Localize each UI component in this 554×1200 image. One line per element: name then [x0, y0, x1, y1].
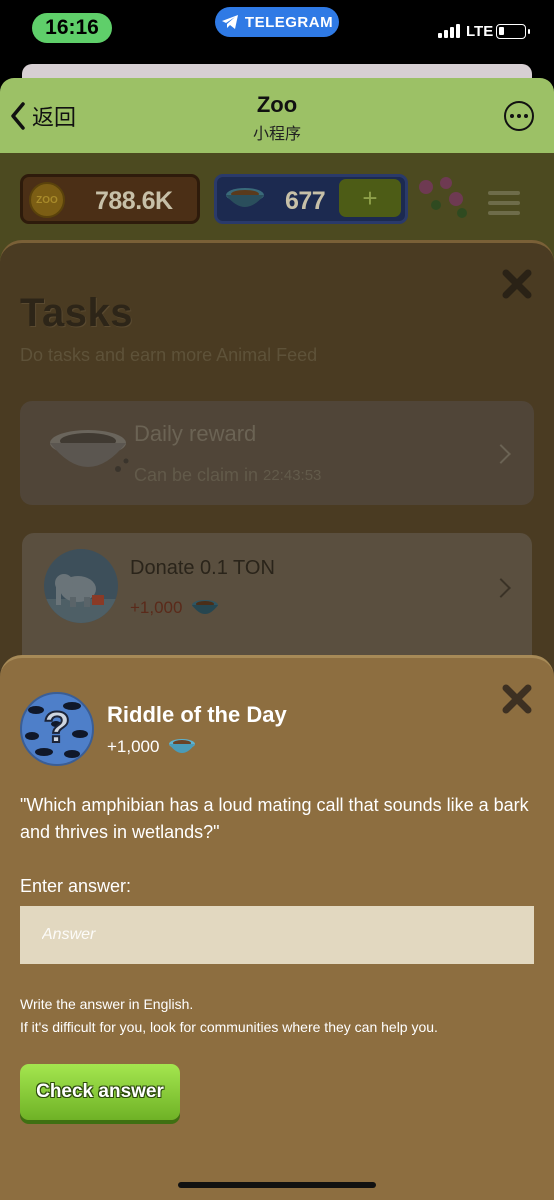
riddle-title: Riddle of the Day	[107, 702, 287, 727]
riddle-reward: +1,000	[107, 736, 197, 758]
tasks-title: Tasks	[20, 291, 133, 335]
task-name: Donate 0.1 TON	[130, 557, 275, 579]
menu-icon[interactable]	[488, 191, 520, 221]
miniapp-header: 返回 Zoo 小程序	[0, 78, 554, 153]
telegram-pill-label: TELEGRAM	[244, 13, 334, 31]
app-title: Zoo	[256, 92, 298, 117]
check-answer-button[interactable]: Check answer	[20, 1064, 180, 1120]
flowers-decoration	[419, 177, 467, 218]
riddle-question: "Which amphibian has a loud mating call …	[20, 795, 529, 842]
chevron-right-icon	[491, 578, 511, 598]
telegram-icon	[221, 15, 238, 29]
signal-icon	[438, 24, 460, 38]
status-time: 16:16	[32, 13, 112, 43]
task-reward: +1,000	[130, 597, 220, 619]
answer-label: Enter answer:	[20, 876, 132, 896]
task-countdown-timer: 22:43:53	[263, 467, 322, 484]
network-label: LTE	[466, 23, 494, 40]
coins-value: 788.6K	[95, 187, 173, 215]
task-name: Daily reward	[134, 421, 257, 446]
riddle-reward-value: +1,000	[107, 737, 160, 756]
tasks-subtitle: Do tasks and earn more Animal Feed	[20, 345, 318, 365]
more-options-button[interactable]	[504, 101, 534, 131]
feed-bowl-icon	[192, 600, 219, 614]
feed-value: 677	[285, 187, 326, 215]
chevron-right-icon	[491, 444, 511, 464]
add-feed-button[interactable]: +	[339, 179, 401, 217]
elephant-avatar	[44, 549, 118, 623]
riddle-modal: ? Riddle of the Day +1,000 "Which amphib…	[0, 655, 554, 1200]
close-icon[interactable]	[500, 682, 534, 716]
riddle-avatar: ?	[20, 692, 94, 766]
task-daily-reward[interactable]: Daily reward Can be claim in 22:43:53	[20, 401, 534, 505]
task-countdown-label: Can be claim in	[134, 465, 259, 485]
feed-bowl-icon	[169, 739, 196, 753]
tasks-close-icon[interactable]	[500, 267, 534, 301]
hint-line-1: Write the answer in English.	[20, 996, 194, 1012]
telegram-pill[interactable]: TELEGRAM	[215, 7, 339, 37]
feed-counter: 677 +	[214, 174, 408, 224]
feed-bowl-icon	[50, 430, 129, 472]
riddle-hint: Write the answer in English. If it's dif…	[20, 993, 534, 1039]
status-bar: 16:16 TELEGRAM LTE	[0, 0, 554, 64]
task-reward-value: +1,000	[130, 598, 183, 617]
task-donate[interactable]: Donate 0.1 TON +1,000	[22, 533, 532, 673]
svg-text:?: ?	[44, 703, 71, 752]
coin-icon: ZOO	[29, 182, 65, 218]
answer-input[interactable]	[20, 906, 534, 964]
app-subtitle: 小程序	[252, 124, 301, 143]
hint-line-2: If it's difficult for you, look for comm…	[20, 1019, 438, 1035]
coins-counter: ZOO 788.6K	[20, 174, 200, 224]
battery-icon	[496, 24, 530, 39]
home-indicator	[178, 1182, 376, 1188]
feed-bowl-icon	[226, 188, 264, 207]
